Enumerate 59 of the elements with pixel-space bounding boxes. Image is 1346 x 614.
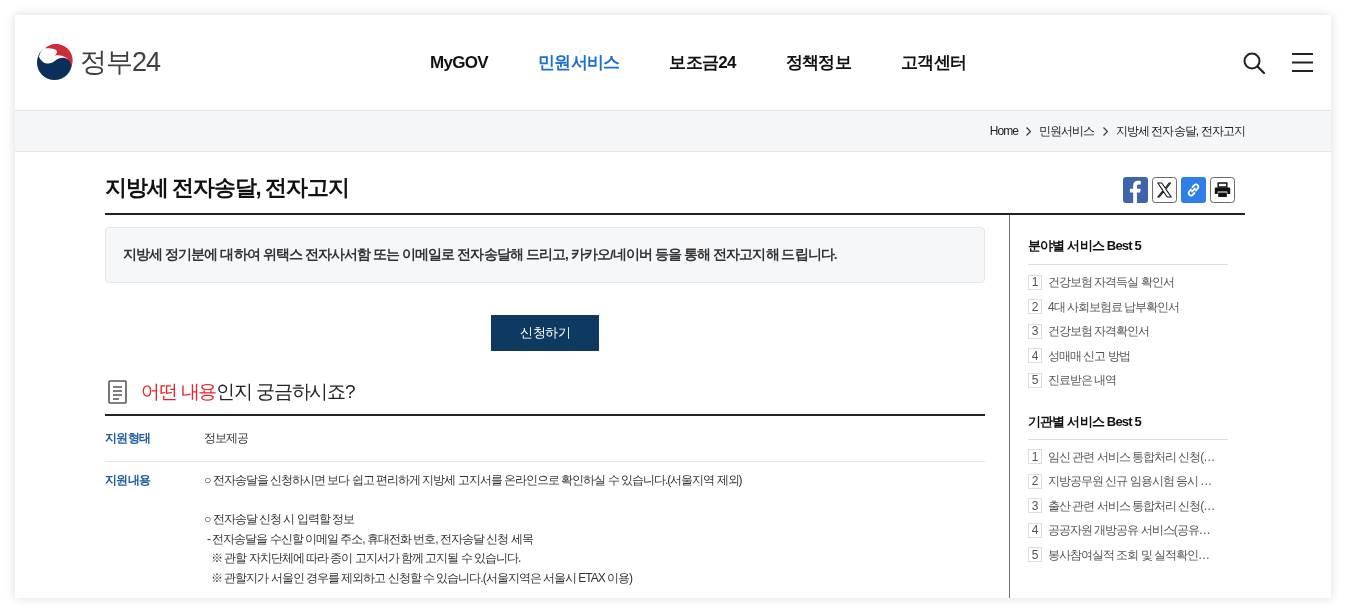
x-logo-icon <box>1152 176 1177 203</box>
chevron-right-icon <box>1102 126 1108 136</box>
taegeuk-emblem-icon <box>36 44 73 81</box>
copy-link-button[interactable] <box>1181 176 1206 203</box>
detail-text: ※ 관할 자치단체에 따라 종이 고지서가 함께 고지될 수 있습니다. <box>211 550 521 567</box>
menu-icon <box>1292 53 1313 72</box>
detail-text: ○ 전자송달을 신청하시면 보다 쉽고 편리하게 지방세 고지서를 온라인으로 확인하실 수 있습니다.(서울지역 제외) <box>204 472 742 489</box>
sidebar-link[interactable]: 임신 관련 서비스 통합처리 신청(… <box>1048 447 1215 466</box>
detail-text: 정보제공 <box>204 429 248 447</box>
document-icon <box>108 380 127 404</box>
summary-notice: 지방세 정기분에 대하여 위택스 전자사서함 또는 이메일로 전자송달해 드리고, 카카오/네이버 등을 통해 전자고지해 드립니다. <box>105 227 985 283</box>
detail-label: 지원형태 <box>105 430 152 447</box>
breadcrumb-link[interactable]: 지방세 전자송달, 전자고지 <box>1115 122 1245 140</box>
facebook-icon <box>1123 176 1148 203</box>
search-button[interactable] <box>1243 51 1265 74</box>
rank-number: 3 <box>1028 323 1042 339</box>
nav-link[interactable]: 민원서비스 <box>537 49 620 76</box>
rank-number: 1 <box>1028 449 1042 465</box>
sidebar-link[interactable]: 건강보험 자격득실 확인서 <box>1048 273 1174 292</box>
detail-text: - 전자송달을 수신할 이메일 주소, 휴대전화 번호, 전자송달 신청 세목 <box>207 530 533 548</box>
chevron-right-icon <box>1026 126 1032 136</box>
logo-link[interactable]: 정부24 <box>36 42 161 83</box>
nav-link[interactable]: 고객센터 <box>901 49 967 76</box>
detail-text: ○ 전자송달 신청 시 입력할 정보 <box>204 511 354 528</box>
facebook-share-button[interactable] <box>1123 176 1148 203</box>
search-icon <box>1243 51 1265 74</box>
sidebar-link[interactable]: 4대 사회보험료 납부확인서 <box>1048 297 1180 316</box>
section-heading: 어떤 내용인지 궁금하시죠? <box>141 379 355 404</box>
rank-number: 4 <box>1028 348 1042 364</box>
rank-number: 1 <box>1028 274 1042 290</box>
rank-number: 3 <box>1028 498 1042 514</box>
sidebar-heading: 분야별 서비스 Best 5 <box>1028 238 1228 265</box>
rank-number: 5 <box>1028 547 1042 563</box>
detail-text: ※ 관할지가 서울인 경우를 제외하고 신청할 수 있습니다.(서울지역은 서울시 ETAX 이용) <box>211 569 633 587</box>
x-share-button[interactable] <box>1152 176 1177 203</box>
nav-link[interactable]: 보조금24 <box>669 49 736 76</box>
sidebar-link[interactable]: 건강보험 자격확인서 <box>1048 322 1150 341</box>
rank-number: 5 <box>1028 372 1042 388</box>
apply-button[interactable]: 신청하기 <box>491 315 599 351</box>
link-icon <box>1181 176 1206 203</box>
page-title: 지방세 전자송달, 전자고지 <box>105 173 349 202</box>
rank-number: 2 <box>1028 299 1042 315</box>
sidebar-link[interactable]: 성매매 신고 방법 <box>1048 346 1130 365</box>
rank-number: 4 <box>1028 522 1042 538</box>
nav-link[interactable]: MyGOV <box>430 49 488 76</box>
sidebar-link[interactable]: 진료받은 내역 <box>1048 371 1117 390</box>
sidebar-heading: 기관별 서비스 Best 5 <box>1028 413 1228 440</box>
breadcrumb-link[interactable]: 민원서비스 <box>1039 122 1095 140</box>
print-button[interactable] <box>1210 176 1235 203</box>
sidebar-link[interactable]: 지방공무원 신규 임용시험 응시 … <box>1048 472 1212 491</box>
breadcrumb-link[interactable]: Home <box>989 122 1019 140</box>
nav-link[interactable]: 정책정보 <box>785 49 852 76</box>
menu-button[interactable] <box>1292 53 1313 72</box>
sidebar-link[interactable]: 출산 관련 서비스 통합처리 신청(… <box>1048 496 1215 515</box>
rank-number: 2 <box>1028 473 1042 489</box>
printer-icon <box>1210 176 1235 203</box>
sidebar-link[interactable]: 봉사참여실적 조회 및 실적확인… <box>1048 545 1209 564</box>
detail-label: 지원내용 <box>105 472 152 489</box>
sidebar-link[interactable]: 공공자원 개방공유 서비스(공유… <box>1048 521 1210 540</box>
